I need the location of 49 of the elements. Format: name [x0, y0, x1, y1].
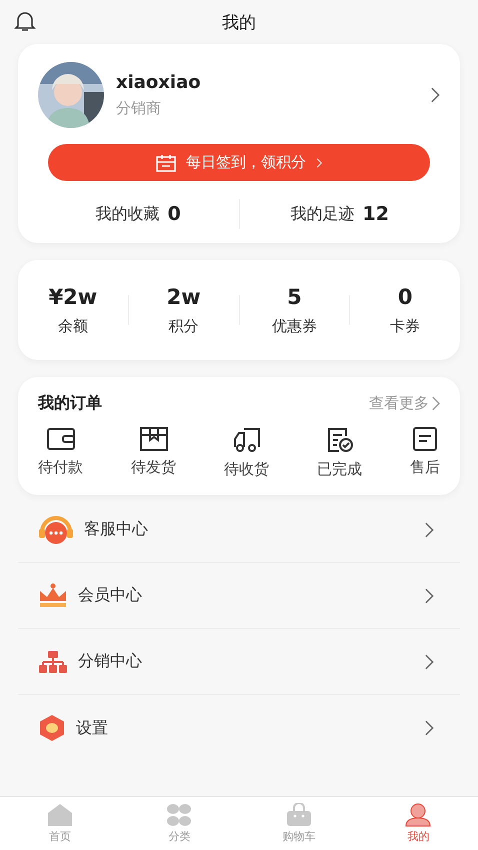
page-title: 我的	[222, 12, 256, 34]
chevron-right-icon	[430, 87, 440, 103]
wallet-label: 余额	[58, 316, 88, 336]
truck-icon	[232, 426, 262, 454]
stat-value: 12	[362, 203, 389, 225]
orders-title: 我的订单	[38, 393, 102, 414]
user-role: 分销商	[116, 99, 162, 118]
crown-icon	[38, 582, 68, 608]
headset-icon	[38, 514, 74, 544]
settings-icon	[38, 714, 66, 742]
stat-label: 我的足迹	[290, 204, 355, 224]
menu-item[interactable]: 会员中心	[78, 585, 414, 606]
user-name: xiaoxiao	[116, 72, 202, 93]
wallet-value: 5	[287, 284, 302, 308]
wallet-label: 积分	[168, 316, 199, 336]
chevron-right-icon	[424, 588, 434, 604]
calendar-icon	[156, 154, 176, 172]
chevron-right-icon	[431, 396, 440, 411]
wallet-value: 0	[398, 284, 412, 308]
menu-item[interactable]: 设置	[76, 718, 414, 738]
box-icon	[138, 426, 168, 452]
wallet-value: 2w	[166, 284, 201, 308]
menu-item[interactable]: 客服中心	[84, 519, 414, 540]
order-status-label[interactable]: 待付款	[38, 458, 83, 477]
stat-label: 我的收藏	[96, 204, 160, 224]
daily-sign-in-button[interactable]: 每日签到，领积分	[48, 144, 430, 181]
order-status-label[interactable]: 已完成	[317, 460, 362, 479]
chevron-right-icon	[424, 654, 434, 670]
order-status-label[interactable]: 售后	[410, 458, 440, 477]
home-icon	[46, 803, 73, 827]
tab[interactable]: 我的	[358, 797, 478, 850]
chevron-right-icon	[316, 158, 322, 168]
document-icon	[412, 426, 438, 452]
document-check-icon	[326, 426, 354, 454]
stat-value: 0	[168, 203, 181, 225]
person-icon	[404, 803, 432, 827]
wallet-label: 优惠券	[272, 316, 317, 336]
order-status-label[interactable]: 待收货	[224, 460, 269, 479]
chevron-right-icon	[424, 522, 434, 538]
clover-icon	[166, 803, 192, 827]
menu-item[interactable]: 分销中心	[78, 651, 414, 672]
bag-icon	[286, 803, 312, 827]
sitemap-icon	[38, 650, 68, 674]
wallet-label: 卡券	[390, 316, 420, 336]
chevron-right-icon	[424, 720, 434, 736]
wallet-value: ¥2w	[48, 284, 98, 308]
bell-icon[interactable]	[14, 10, 36, 32]
order-status-label[interactable]: 待发货	[131, 458, 176, 477]
wallet-icon	[46, 426, 76, 452]
